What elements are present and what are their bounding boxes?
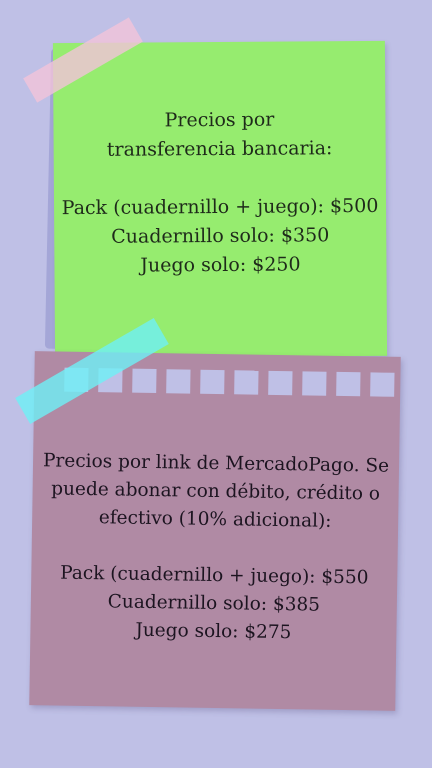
green-note-spacer xyxy=(54,163,386,194)
green-note-line-2: transferencia bancaria: xyxy=(106,137,333,161)
green-note-line-1: Precios por xyxy=(164,108,275,132)
green-note-line-cuadernillo: Cuadernillo solo: $350 xyxy=(111,224,330,248)
green-sticky-note: Precios por transferencia bancaria: Pack… xyxy=(52,40,388,359)
binder-hole xyxy=(268,370,293,396)
purple-note-line-2: puede abonar con débito, crédito o xyxy=(51,478,381,505)
green-note-line-juego: Juego solo: $250 xyxy=(140,253,301,277)
purple-note-line-pack: Pack (cuadernillo + juego): $550 xyxy=(59,562,369,589)
binder-hole xyxy=(166,369,191,394)
binder-hole xyxy=(370,372,395,397)
purple-note-line-juego: Juego solo: $275 xyxy=(135,619,292,644)
purple-note-text: Precios por link de MercadoPago. Se pued… xyxy=(30,447,399,649)
binder-hole xyxy=(132,368,157,394)
green-note-line-pack: Pack (cuadernillo + juego): $500 xyxy=(61,194,379,220)
binder-hole xyxy=(200,369,225,395)
binder-hole xyxy=(302,371,327,396)
purple-note-paper: Precios por link de MercadoPago. Se pued… xyxy=(29,351,401,711)
binder-hole xyxy=(234,370,259,395)
binder-hole xyxy=(336,371,361,397)
